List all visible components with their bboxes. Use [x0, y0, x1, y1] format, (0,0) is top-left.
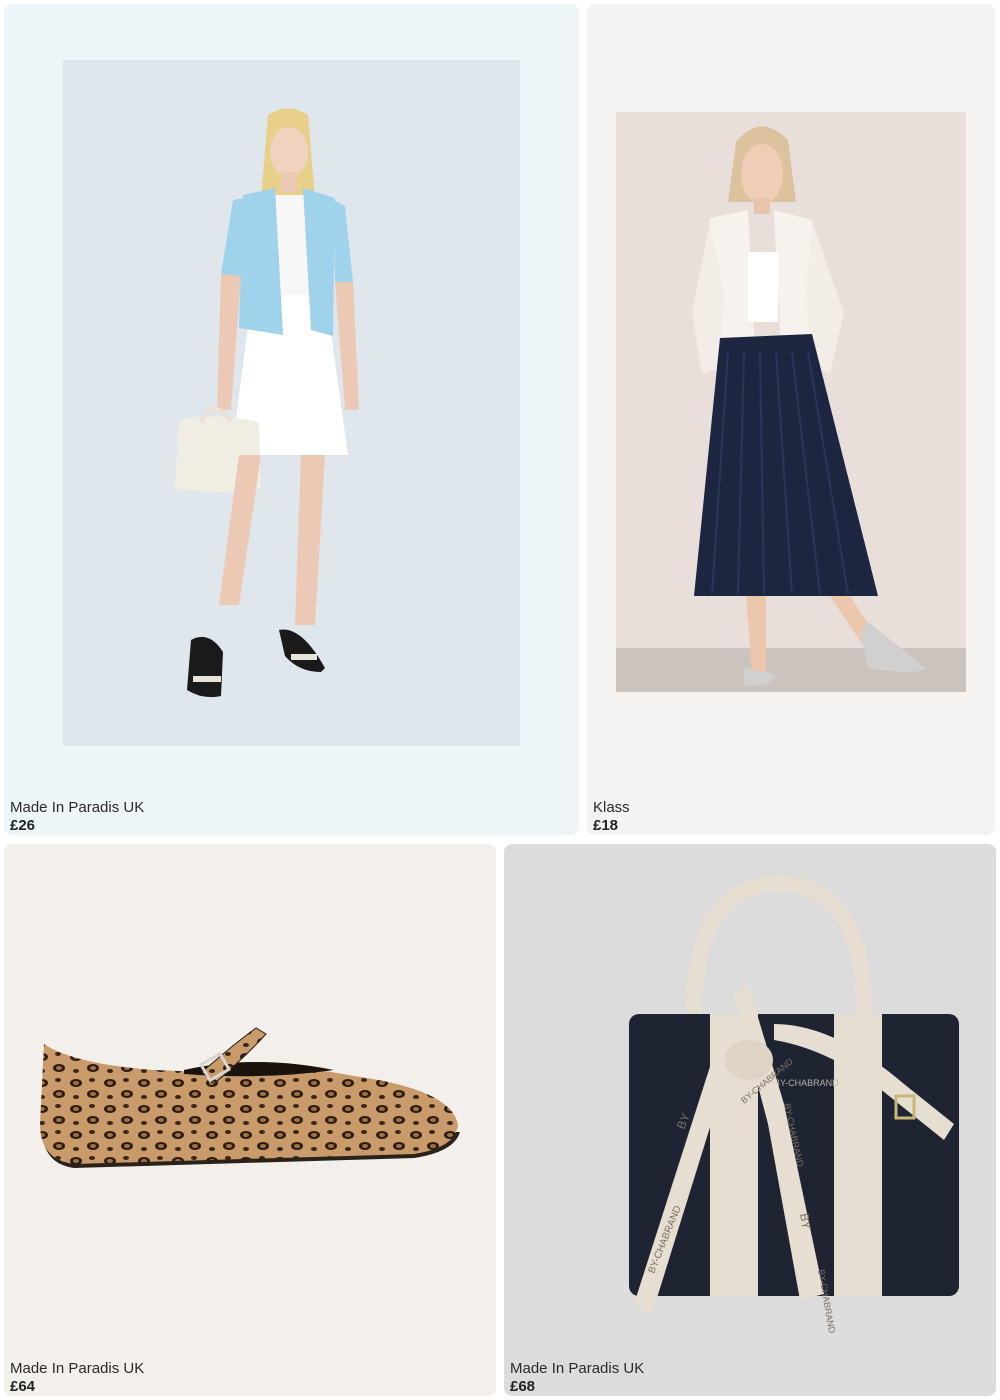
- product-brand: Made In Paradis UK: [10, 1360, 145, 1377]
- strap-print: BY: [797, 1212, 814, 1230]
- product-card-chabrand-tote[interactable]: BY-CHABRAND BY BY-CHABRAND BY BY-CHABRAN…: [504, 844, 996, 1396]
- product-brand: Made In Paradis UK: [10, 799, 145, 816]
- product-info: Made In Paradis UK £64: [10, 1360, 144, 1396]
- product-info: Made In Paradis UK £26: [10, 799, 144, 835]
- product-card-lace-jacket[interactable]: Klass £18: [587, 4, 995, 835]
- product-brand: Made In Paradis UK: [510, 1360, 645, 1377]
- product-info: Klass £18: [593, 799, 630, 835]
- product-card-blue-cardigan[interactable]: Made In Paradis UK £26: [4, 4, 579, 835]
- product-price: £68: [510, 1378, 536, 1395]
- bag-logo-text: BY-CHABRAND: [774, 1078, 839, 1088]
- product-price: £64: [10, 1378, 36, 1395]
- product-image-blue-cardigan-model[interactable]: [63, 60, 520, 746]
- product-brand: Klass: [593, 799, 630, 816]
- product-image-lace-jacket-model[interactable]: [616, 112, 966, 692]
- product-image-navy-cream-tote-bag[interactable]: BY-CHABRAND BY BY-CHABRAND BY BY-CHABRAN…: [534, 874, 974, 1344]
- product-info: Made In Paradis UK £68: [510, 1360, 644, 1396]
- product-price: £18: [593, 817, 619, 834]
- product-price: £26: [10, 817, 36, 834]
- product-image-leopard-mary-jane-flat[interactable]: [34, 1024, 464, 1184]
- product-card-leopard-flats[interactable]: Made In Paradis UK £64: [4, 844, 496, 1396]
